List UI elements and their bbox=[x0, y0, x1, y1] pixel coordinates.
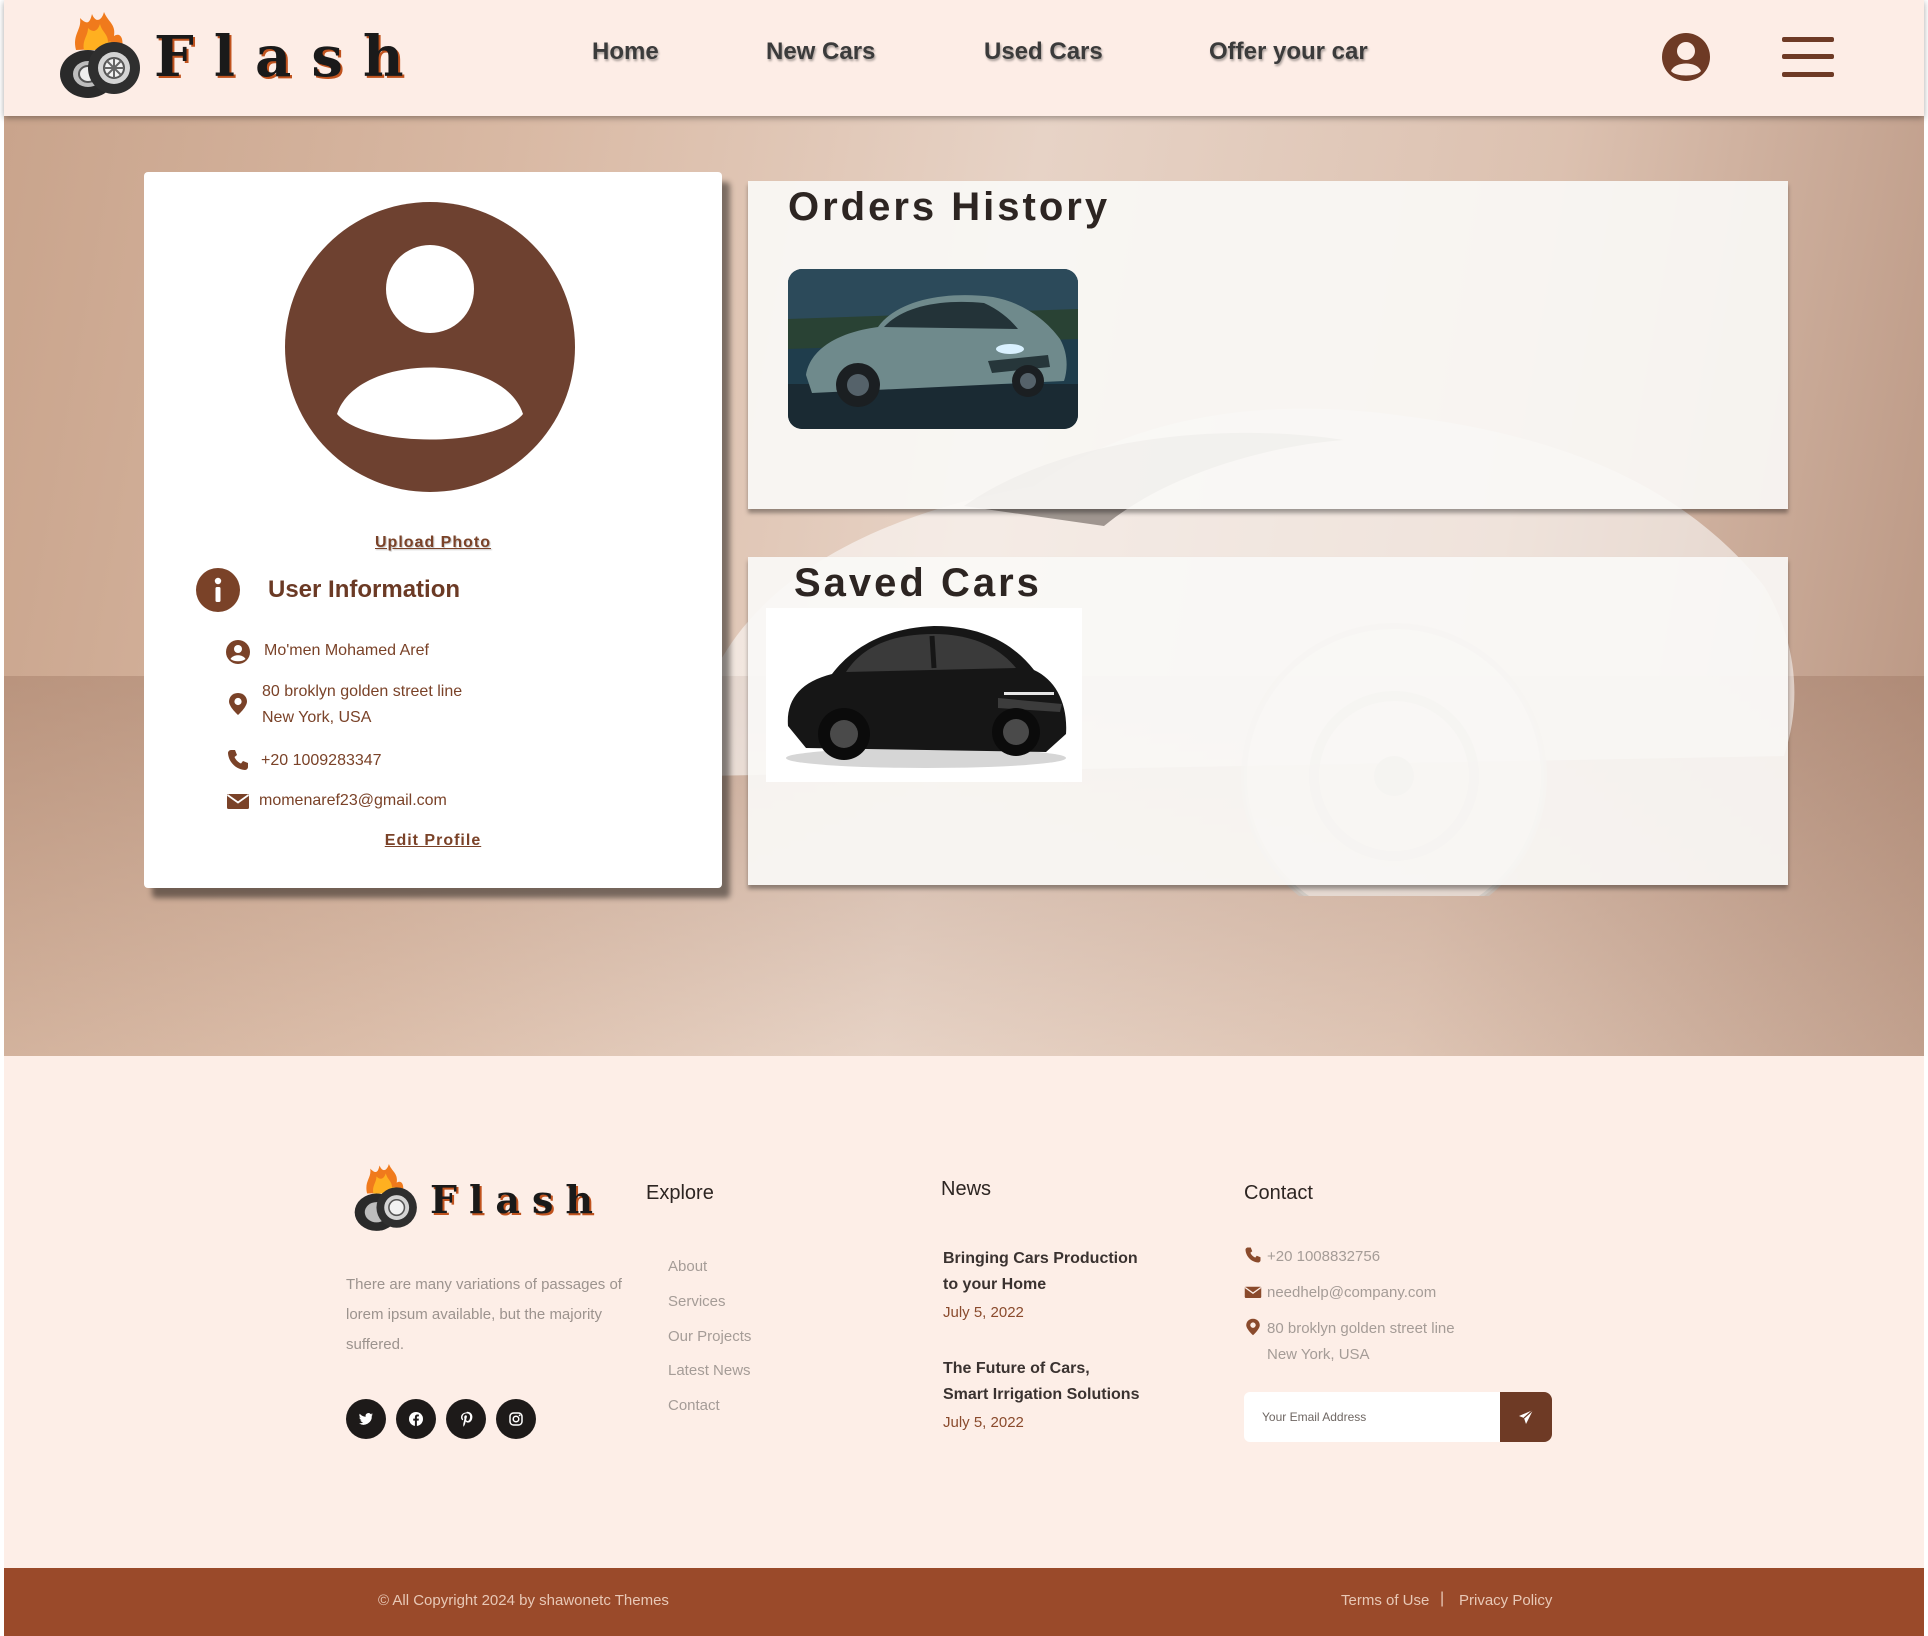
user-phone: +20 1009283347 bbox=[261, 752, 382, 769]
phone-icon bbox=[228, 750, 248, 770]
footer-link-about[interactable]: About bbox=[668, 1258, 707, 1275]
envelope-icon bbox=[1244, 1286, 1262, 1298]
terms-of-use-link[interactable]: Terms of Use bbox=[1341, 1592, 1429, 1609]
newsletter-email-input[interactable] bbox=[1244, 1392, 1500, 1442]
user-circle-icon[interactable] bbox=[1660, 31, 1712, 83]
brand-logo[interactable]: Flash bbox=[54, 12, 424, 102]
user-email: momenaref23@gmail.com bbox=[259, 792, 447, 809]
page: Flash Home New Cars Used Cars Offer your… bbox=[4, 0, 1924, 1636]
user-information-heading: User Information bbox=[268, 576, 461, 603]
user-address-line1: 80 broklyn golden street line bbox=[262, 683, 463, 700]
footer-link-our-projects[interactable]: Our Projects bbox=[668, 1328, 751, 1345]
edit-profile-link[interactable]: Edit Profile bbox=[144, 832, 722, 850]
footer-brand-name: Flash bbox=[430, 1176, 606, 1222]
pinterest-icon[interactable] bbox=[446, 1399, 486, 1439]
black-suv-image bbox=[766, 608, 1082, 782]
location-pin-icon bbox=[1246, 1318, 1260, 1336]
copyright-text: © All Copyright 2024 by shawonetc Themes bbox=[378, 1592, 669, 1609]
info-icon bbox=[196, 568, 240, 612]
brand-name: Flash bbox=[154, 24, 424, 90]
user-icon bbox=[226, 640, 250, 664]
orders-history-heading: Orders History bbox=[788, 185, 1111, 229]
phone-icon bbox=[1245, 1247, 1261, 1263]
avatar-placeholder-icon[interactable] bbox=[285, 202, 575, 492]
copyright-bar: © All Copyright 2024 by shawonetc Themes… bbox=[4, 1568, 1924, 1636]
twitter-icon[interactable] bbox=[346, 1399, 386, 1439]
footer-description: There are many variations of passages of… bbox=[346, 1276, 622, 1353]
explore-heading: Explore bbox=[646, 1182, 714, 1204]
news-item-date: July 5, 2022 bbox=[943, 1414, 1024, 1431]
news-item-date: July 5, 2022 bbox=[943, 1304, 1024, 1321]
contact-address-line1: 80 broklyn golden street line bbox=[1267, 1320, 1455, 1337]
nav-used-cars-link[interactable]: Used Cars bbox=[984, 38, 1103, 66]
news-item-title[interactable]: Smart Irrigation Solutions bbox=[943, 1382, 1173, 1408]
footer-link-services[interactable]: Services bbox=[668, 1293, 726, 1310]
contact-phone: +20 1008832756 bbox=[1267, 1248, 1381, 1265]
news-item-title[interactable]: The Future of Cars, bbox=[943, 1356, 1173, 1382]
envelope-icon bbox=[226, 794, 250, 809]
flaming-tires-logo-icon bbox=[354, 1164, 417, 1231]
footer-brand-logo[interactable]: Flash bbox=[350, 1164, 605, 1234]
hamburger-menu-icon[interactable] bbox=[1782, 34, 1834, 80]
newsletter-submit-button[interactable] bbox=[1500, 1392, 1552, 1442]
saved-car-thumbnail[interactable] bbox=[766, 608, 1082, 782]
order-car-thumbnail[interactable] bbox=[788, 269, 1078, 429]
news-heading: News bbox=[941, 1178, 992, 1200]
orders-history-panel: Orders History bbox=[748, 181, 1788, 509]
footer-link-contact[interactable]: Contact bbox=[668, 1397, 720, 1414]
site-footer: Flash There are many variations of passa… bbox=[4, 1056, 1924, 1568]
saved-cars-heading: Saved Cars bbox=[794, 561, 1042, 605]
site-header: Flash Home New Cars Used Cars Offer your… bbox=[4, 0, 1924, 116]
location-pin-icon bbox=[229, 693, 247, 715]
grey-sports-coupe-image bbox=[788, 269, 1078, 429]
upload-photo-link[interactable]: Upload Photo bbox=[144, 534, 722, 552]
footer-link-latest-news[interactable]: Latest News bbox=[668, 1362, 751, 1379]
profile-card: Upload Photo User Information Mo'men Moh… bbox=[144, 172, 722, 888]
user-address-line2: New York, USA bbox=[262, 709, 372, 726]
instagram-icon[interactable] bbox=[496, 1399, 536, 1439]
contact-heading: Contact bbox=[1244, 1182, 1313, 1204]
facebook-icon[interactable] bbox=[396, 1399, 436, 1439]
contact-address-line2: New York, USA bbox=[1267, 1346, 1370, 1363]
paper-plane-icon bbox=[1519, 1409, 1534, 1424]
saved-cars-panel: Saved Cars bbox=[748, 557, 1788, 885]
news-item-title[interactable]: to your Home bbox=[943, 1272, 1173, 1298]
flaming-tires-logo-icon bbox=[60, 12, 140, 98]
nav-offer-your-car-link[interactable]: Offer your car bbox=[1209, 38, 1368, 66]
contact-email: needhelp@company.com bbox=[1267, 1284, 1437, 1301]
nav-new-cars-link[interactable]: New Cars bbox=[766, 38, 875, 66]
news-item-title[interactable]: Bringing Cars Production bbox=[943, 1246, 1173, 1272]
nav-home-link[interactable]: Home bbox=[592, 38, 659, 66]
privacy-policy-link[interactable]: Privacy Policy bbox=[1459, 1592, 1552, 1609]
user-name: Mo'men Mohamed Aref bbox=[264, 642, 429, 659]
link-separator: | bbox=[1440, 1590, 1445, 1607]
